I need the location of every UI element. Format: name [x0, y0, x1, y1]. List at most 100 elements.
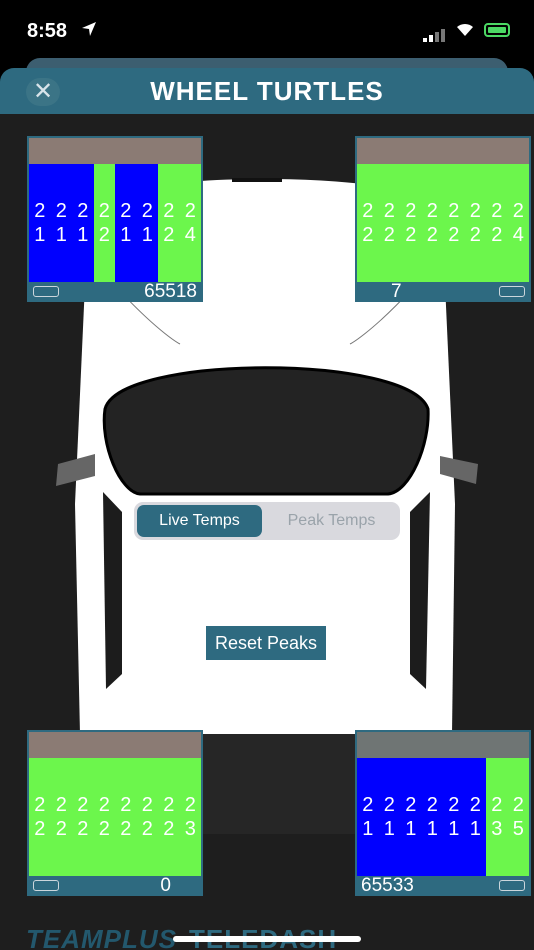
app-header: ✕ WHEEL TURTLES [0, 68, 534, 114]
temp-column: 22 [93, 164, 115, 282]
temperature-columns: 2121212121212325 [357, 758, 529, 876]
temp-column: 21 [378, 758, 400, 876]
temp-digit-bottom: 3 [491, 818, 503, 840]
temperature-columns: 2222222222222224 [357, 164, 529, 282]
live-temps-segment[interactable]: Live Temps [137, 505, 262, 537]
temp-digit-bottom: 2 [383, 224, 395, 246]
temp-digit-bottom: 2 [98, 818, 110, 840]
temp-digit-top: 2 [469, 200, 481, 222]
temp-column: 21 [443, 758, 465, 876]
temp-column: 24 [179, 164, 201, 282]
temp-digit-top: 2 [55, 200, 67, 222]
temp-column: 21 [136, 164, 158, 282]
tyre-header-bar [357, 732, 529, 758]
tyre-front-right: 2222222222222224 7 [355, 136, 531, 302]
battery-icon [484, 23, 510, 37]
sensor-count: 65518 [144, 281, 197, 302]
temp-digit-top: 2 [163, 200, 175, 222]
temp-digit-top: 2 [34, 794, 46, 816]
temp-digit-bottom: 1 [448, 818, 460, 840]
temp-digit-top: 2 [448, 794, 460, 816]
temp-digit-bottom: 1 [426, 818, 438, 840]
temp-column: 25 [507, 758, 529, 876]
temp-digit-top: 2 [120, 794, 132, 816]
temp-column: 21 [115, 164, 137, 282]
status-bar: 8:58 [0, 0, 534, 62]
temp-column: 22 [93, 758, 115, 876]
tyre-rear-right: 2121212121212325 65533 [355, 730, 531, 896]
temp-digit-bottom: 3 [184, 818, 196, 840]
temp-digit-top: 2 [120, 200, 132, 222]
temp-digit-bottom: 2 [491, 224, 503, 246]
sensor-battery-icon [33, 880, 59, 891]
temp-digit-top: 2 [77, 794, 89, 816]
page-title: WHEEL TURTLES [150, 76, 384, 106]
temp-digit-top: 2 [512, 200, 524, 222]
tyre-header-bar [357, 138, 529, 164]
peak-temps-segment[interactable]: Peak Temps [266, 505, 397, 537]
sensor-count: 0 [160, 875, 171, 896]
temp-digit-bottom: 1 [55, 224, 67, 246]
temp-digit-top: 2 [362, 200, 374, 222]
sensor-battery-icon [499, 880, 525, 891]
temp-digit-bottom: 4 [184, 224, 196, 246]
sensor-battery-icon [33, 286, 59, 297]
sensor-battery-icon [499, 286, 525, 297]
temp-digit-top: 2 [383, 200, 395, 222]
temp-column: 22 [115, 758, 137, 876]
temp-digit-top: 2 [55, 794, 67, 816]
temp-digit-top: 2 [491, 794, 503, 816]
temp-column: 22 [136, 758, 158, 876]
temp-digit-bottom: 1 [141, 224, 153, 246]
temp-column: 21 [464, 758, 486, 876]
temp-digit-top: 2 [426, 794, 438, 816]
temp-digit-top: 2 [405, 794, 417, 816]
temperature-columns: 2222222222222223 [29, 758, 201, 876]
temp-digit-bottom: 2 [163, 818, 175, 840]
tyre-footer: 7 [357, 281, 529, 302]
temp-column: 21 [357, 758, 379, 876]
temp-digit-bottom: 1 [362, 818, 374, 840]
temp-digit-top: 2 [383, 794, 395, 816]
temp-digit-top: 2 [448, 200, 460, 222]
tyre-header-bar [29, 138, 201, 164]
temp-column: 21 [29, 164, 51, 282]
temp-digit-bottom: 2 [55, 818, 67, 840]
temps-segmented-control: Live Temps Peak Temps [134, 502, 400, 540]
temp-column: 22 [158, 758, 180, 876]
temp-column: 23 [179, 758, 201, 876]
temp-digit-top: 2 [362, 794, 374, 816]
temp-digit-bottom: 2 [405, 224, 417, 246]
temp-column: 21 [72, 164, 94, 282]
reset-peaks-button[interactable]: Reset Peaks [206, 626, 326, 660]
temp-digit-top: 2 [98, 200, 110, 222]
temp-digit-bottom: 4 [512, 224, 524, 246]
temp-digit-bottom: 2 [426, 224, 438, 246]
sensor-count: 7 [391, 281, 402, 302]
temp-digit-top: 2 [405, 200, 417, 222]
temp-column: 21 [421, 758, 443, 876]
temp-digit-bottom: 1 [120, 224, 132, 246]
temp-digit-top: 2 [141, 794, 153, 816]
home-indicator[interactable] [173, 936, 361, 942]
location-arrow-icon [82, 22, 96, 36]
tyre-footer: 65518 [29, 281, 201, 302]
temp-digit-top: 2 [77, 200, 89, 222]
temp-column: 22 [378, 164, 400, 282]
temp-column: 22 [486, 164, 508, 282]
temp-digit-top: 2 [184, 200, 196, 222]
temp-digit-top: 2 [426, 200, 438, 222]
wifi-icon [457, 23, 473, 36]
temp-column: 22 [72, 758, 94, 876]
temp-digit-bottom: 2 [469, 224, 481, 246]
main-area: 2121212221212224 65518 2222222222222224 … [0, 114, 534, 950]
temp-digit-top: 2 [512, 794, 524, 816]
temp-digit-bottom: 2 [163, 224, 175, 246]
temp-column: 21 [400, 758, 422, 876]
tyre-footer: 0 [29, 875, 201, 896]
temp-digit-bottom: 2 [98, 224, 110, 246]
tyre-footer: 65533 [357, 875, 529, 896]
tyre-rear-left: 2222222222222223 0 [27, 730, 203, 896]
temp-digit-bottom: 2 [120, 818, 132, 840]
temp-digit-top: 2 [491, 200, 503, 222]
